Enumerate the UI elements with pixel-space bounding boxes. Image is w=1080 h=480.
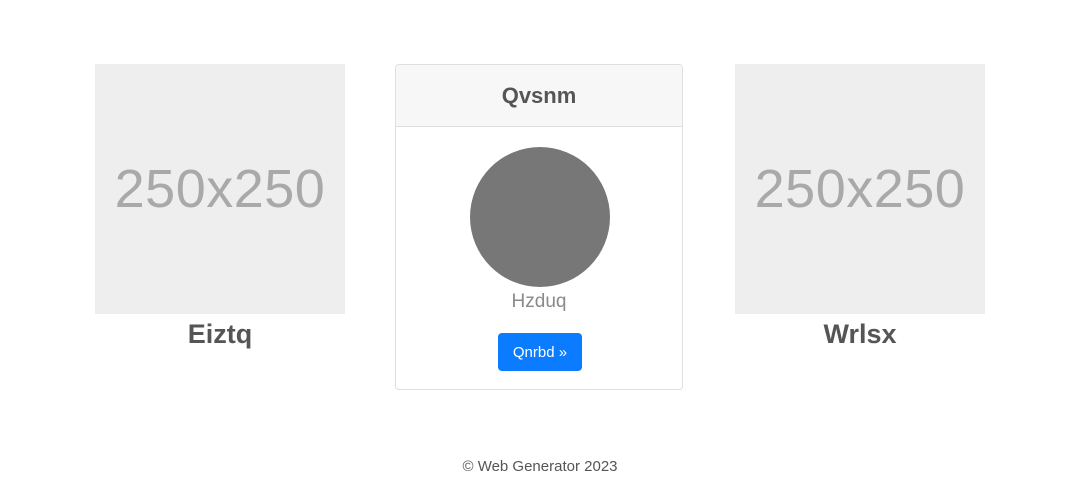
left-placeholder-label: 250x250	[114, 159, 326, 219]
card-action-button[interactable]: Qnrbd »	[498, 333, 582, 371]
card-subtitle: Hzduq	[511, 291, 567, 312]
left-tile-caption: Eiztq	[187, 318, 253, 349]
card-title: Qvsnm	[501, 82, 577, 108]
avatar	[470, 147, 610, 287]
right-placeholder-image: 250x250	[735, 64, 985, 314]
card-body: Hzduq Qnrbd »	[396, 127, 682, 389]
card-header: Qvsnm	[396, 65, 682, 127]
right-tile-caption: Wrlsx	[823, 318, 897, 349]
center-card: Qvsnm Hzduq Qnrbd »	[395, 64, 683, 390]
footer-copyright: © Web Generator 2023	[462, 458, 618, 475]
right-placeholder-label: 250x250	[754, 159, 966, 219]
card-action-button-label: Qnrbd »	[512, 343, 568, 361]
page: 250x250 Eiztq Qvsnm Hzduq Qnrbd » 250x25…	[0, 0, 1080, 480]
left-placeholder-image: 250x250	[95, 64, 345, 314]
